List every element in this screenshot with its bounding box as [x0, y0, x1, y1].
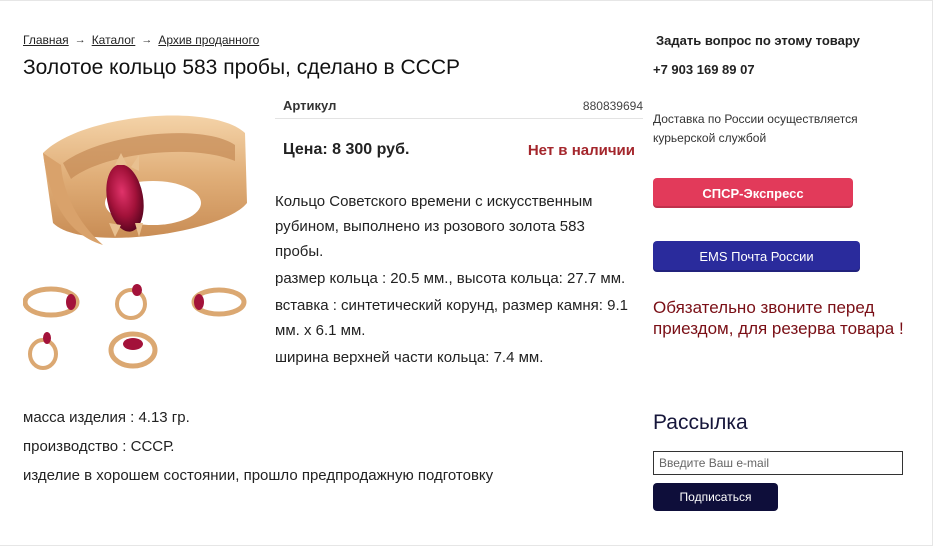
product-thumbnail[interactable] — [105, 328, 163, 370]
product-thumbnail[interactable] — [105, 280, 163, 322]
breadcrumb: Главная → Каталог → Архив проданного — [23, 33, 259, 47]
description-paragraph: размер кольца : 20.5 мм., высота кольца:… — [275, 270, 626, 287]
product-thumbnail[interactable] — [189, 280, 247, 322]
breadcrumb-home-link[interactable]: Главная — [23, 33, 69, 47]
availability-status: Нет в наличии — [527, 141, 635, 159]
article-label: Артикул — [283, 98, 337, 113]
product-main-image[interactable] — [23, 93, 263, 273]
product-thumbnail[interactable] — [22, 280, 81, 322]
call-warning: Обязательно звоните перед приездом, для … — [653, 298, 904, 338]
description-paragraph: производство : СССР. — [23, 438, 175, 455]
price-row: Цена: 8 300 руб. Нет в наличии — [275, 119, 643, 181]
description-paragraph: изделие в хорошем состоянии, прошло пред… — [23, 467, 494, 484]
spsr-express-button[interactable]: СПСР-Экспресс — [653, 178, 853, 208]
subscribe-button[interactable]: Подписаться — [653, 483, 778, 511]
description-paragraph: масса изделия : 4.13 гр. — [23, 409, 190, 426]
product-description-extra: масса изделия : 4.13 гр. производство : … — [23, 405, 623, 492]
description-paragraph: вставка : синтетический корунд, размер к… — [275, 297, 628, 339]
breadcrumb-arrow-icon: → — [74, 34, 86, 46]
newsletter-title: Рассылка — [653, 411, 748, 434]
contact-phone: +7 903 169 89 07 — [653, 62, 755, 77]
article-row: Артикул 880839694 — [275, 93, 643, 119]
ems-russian-post-button[interactable]: EMS Почта России — [653, 241, 860, 272]
ask-question-link[interactable]: Задать вопрос по этому товару — [656, 33, 860, 48]
delivery-info: Доставка по России осуществляется курьер… — [653, 112, 858, 145]
breadcrumb-catalog-link[interactable]: Каталог — [92, 33, 136, 47]
product-price: Цена: 8 300 руб. — [283, 141, 410, 158]
product-thumbnail[interactable] — [23, 328, 81, 370]
description-paragraph: ширина верхней части кольца: 7.4 мм. — [275, 349, 544, 366]
description-paragraph: Кольцо Советского времени с искусственны… — [275, 193, 593, 260]
email-input[interactable] — [653, 451, 903, 475]
breadcrumb-archive-link[interactable]: Архив проданного — [158, 33, 259, 47]
article-value: 880839694 — [582, 98, 643, 113]
breadcrumb-arrow-icon: → — [141, 34, 153, 46]
product-specs: Артикул 880839694 Цена: 8 300 руб. Нет в… — [275, 93, 643, 181]
product-description: Кольцо Советского времени с искусственны… — [275, 189, 635, 372]
product-title: Золотое кольцо 583 пробы, сделано в СССР — [23, 56, 460, 79]
